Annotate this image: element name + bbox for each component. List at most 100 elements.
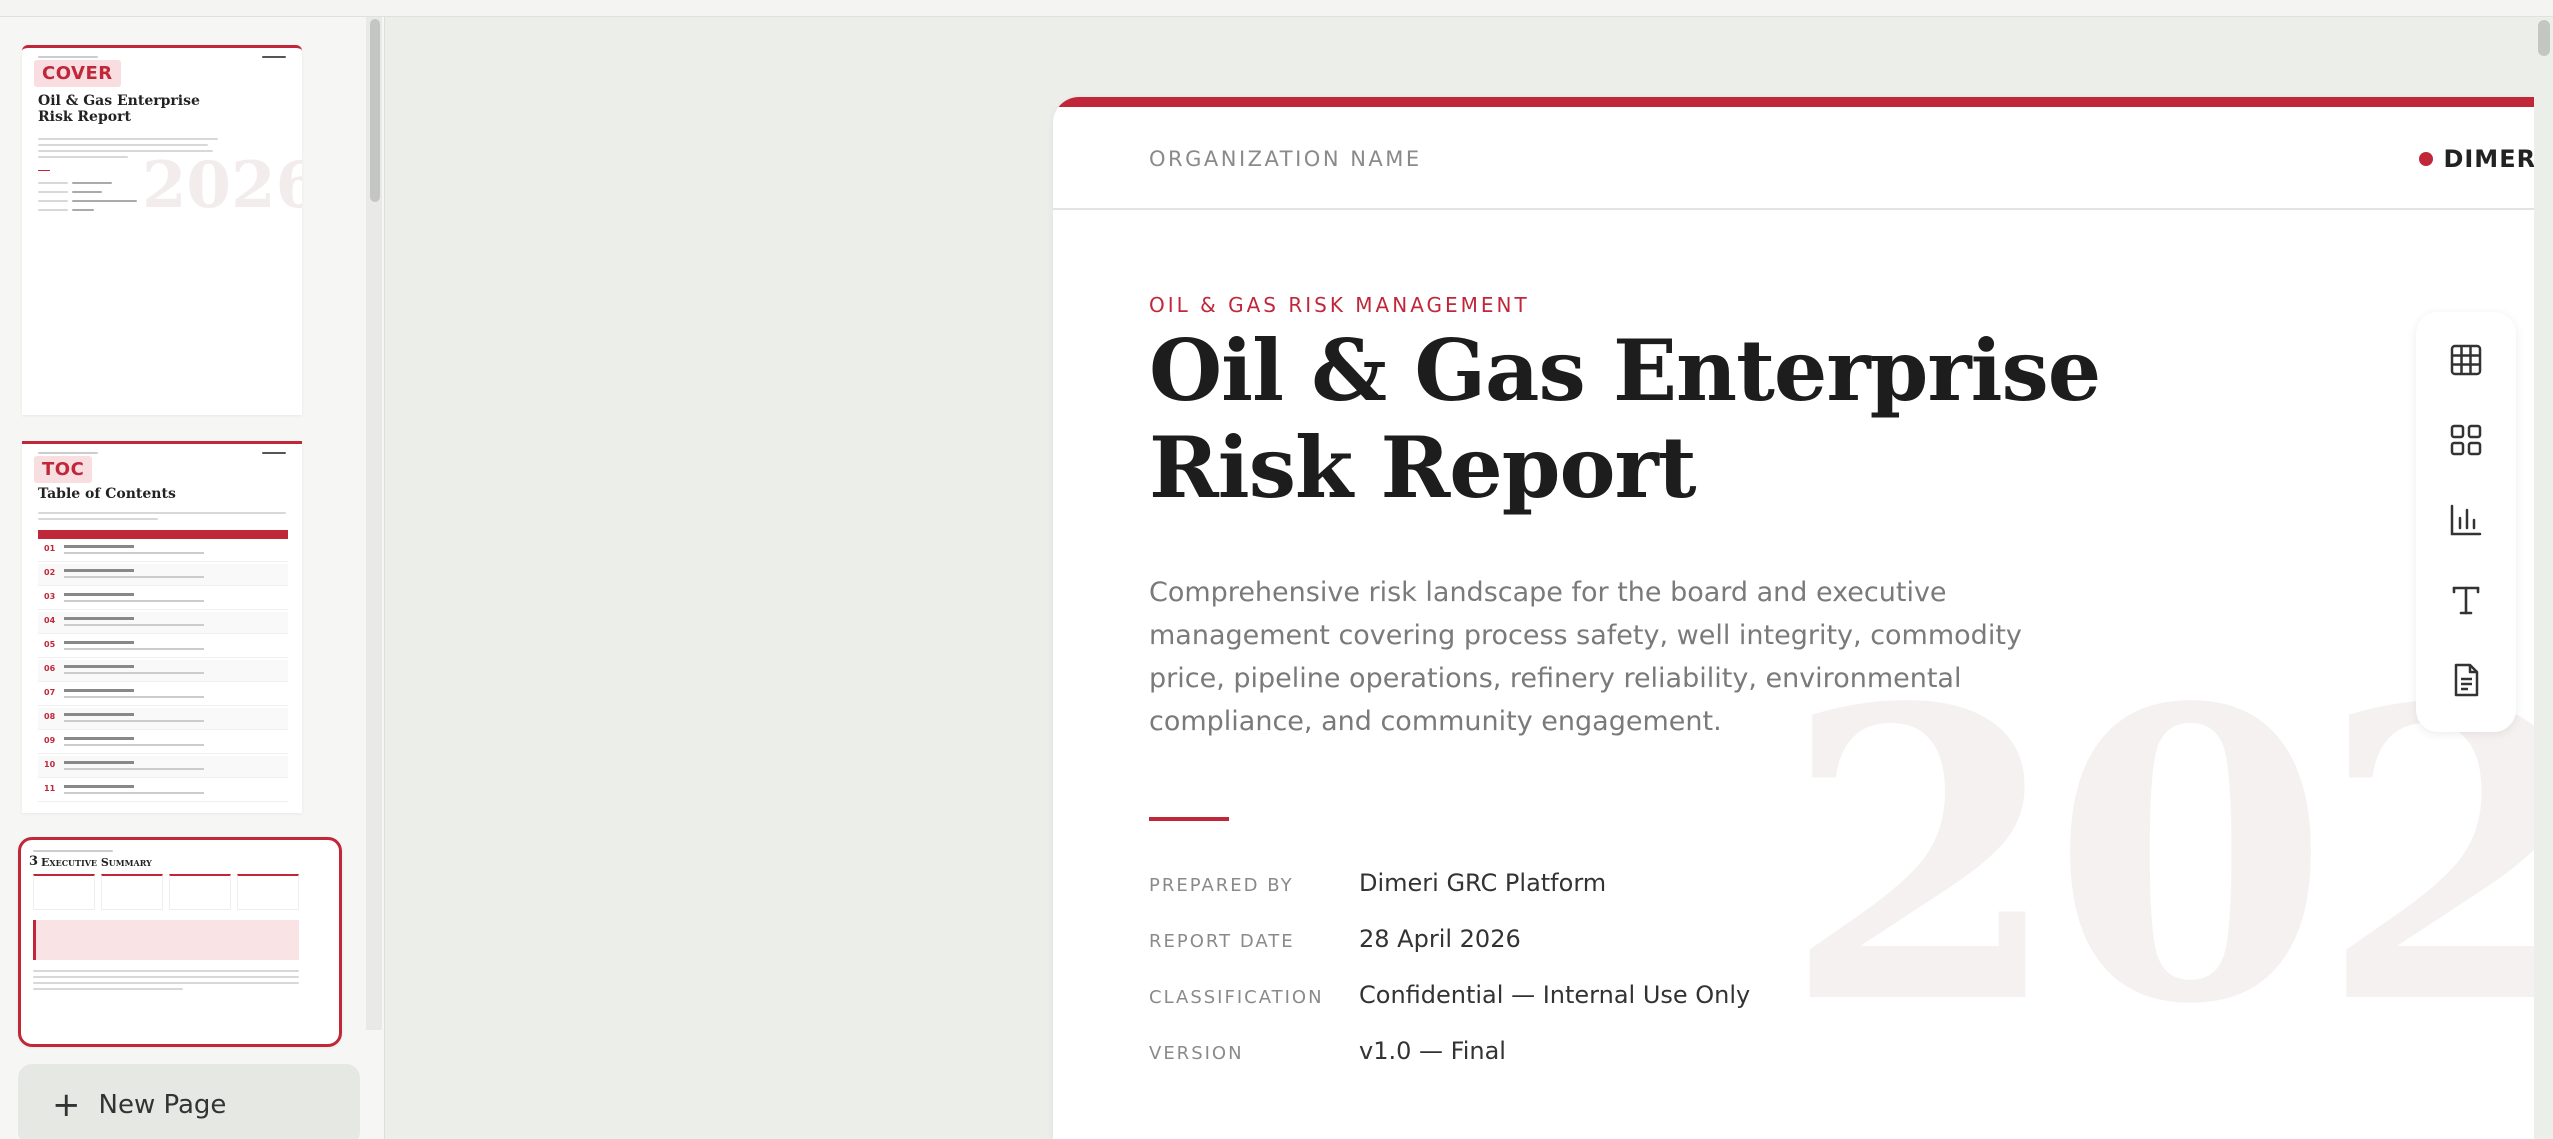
mini-meta-line bbox=[72, 191, 102, 193]
mini-meta-line bbox=[72, 182, 112, 184]
mini-toc-row: 07 bbox=[38, 684, 288, 706]
mini-toc-title-line bbox=[64, 617, 134, 620]
mini-subtitle-line bbox=[38, 156, 128, 158]
mini-toc-number: 02 bbox=[44, 568, 56, 577]
page-thumbnail-toc[interactable]: TOC Table of Contents 01 02 03 04 05 06 07 08 09… bbox=[22, 441, 302, 813]
mini-toc-title-line bbox=[64, 689, 134, 692]
page-sidebar: COVER Oil & Gas Enterprise Risk Report 2… bbox=[0, 17, 385, 1139]
mini-toc-number: 09 bbox=[44, 736, 56, 745]
new-page-label: New Page bbox=[98, 1090, 227, 1120]
mini-toc-number: 03 bbox=[44, 592, 56, 601]
document-canvas: 2026 ORGANIZATION NAME DIMERI OIL & GAS … bbox=[386, 17, 2534, 1139]
mini-title: Table of Contents bbox=[38, 486, 176, 502]
mini-body-line bbox=[33, 988, 183, 990]
meta-value: 28 April 2026 bbox=[1359, 925, 1521, 953]
insert-toolbar bbox=[2416, 312, 2516, 732]
mini-toc-number: 06 bbox=[44, 664, 56, 673]
mini-toc-title-line bbox=[64, 761, 134, 764]
page-badge: COVER bbox=[34, 60, 121, 87]
organization-name: ORGANIZATION NAME bbox=[1149, 147, 1422, 171]
mini-toc-row: 01 bbox=[38, 540, 288, 562]
text-icon[interactable] bbox=[2446, 580, 2486, 620]
meta-row-version: VERSION v1.0 — Final bbox=[1149, 1037, 1506, 1065]
mini-table-header bbox=[38, 530, 288, 539]
meta-value: Dimeri GRC Platform bbox=[1359, 869, 1607, 897]
meta-value: v1.0 — Final bbox=[1359, 1037, 1506, 1065]
mini-meta-line bbox=[38, 191, 68, 193]
mini-title: Oil & Gas Enterprise Risk Report bbox=[38, 93, 200, 125]
mini-year: 2026 bbox=[142, 148, 302, 223]
mini-meta-line bbox=[38, 182, 68, 184]
mini-kpi-card bbox=[169, 874, 231, 910]
mini-toc-row: 04 bbox=[38, 612, 288, 634]
mini-toc-desc-line bbox=[64, 744, 204, 746]
meta-row-report-date: REPORT DATE 28 April 2026 bbox=[1149, 925, 1521, 953]
page-header: ORGANIZATION NAME DIMERI bbox=[1053, 107, 2534, 210]
meta-value: Confidential — Internal Use Only bbox=[1359, 981, 1751, 1009]
table-icon[interactable] bbox=[2446, 340, 2486, 380]
mini-intro-line bbox=[38, 512, 286, 514]
page-thumbnail-cover[interactable]: COVER Oil & Gas Enterprise Risk Report 2… bbox=[22, 45, 302, 415]
mini-toc-desc-line bbox=[64, 576, 204, 578]
mini-toc-number: 04 bbox=[44, 616, 56, 625]
mini-kpi-card bbox=[33, 874, 95, 910]
mini-toc-desc-line bbox=[64, 624, 204, 626]
accent-divider bbox=[1149, 817, 1229, 821]
sidebar-scroll-thumb[interactable] bbox=[370, 19, 380, 202]
meta-row-classification: CLASSIFICATION Confidential — Internal U… bbox=[1149, 981, 1750, 1009]
mini-title: Executive Summary bbox=[41, 856, 152, 869]
grid-icon[interactable] bbox=[2446, 420, 2486, 460]
mini-intro-line bbox=[38, 518, 158, 520]
top-strip bbox=[0, 0, 2553, 17]
cover-page: 2026 ORGANIZATION NAME DIMERI OIL & GAS … bbox=[1053, 97, 2534, 1139]
mini-toc-desc-line bbox=[64, 672, 204, 674]
document-icon[interactable] bbox=[2446, 660, 2486, 700]
mini-page-number: 3 bbox=[29, 854, 39, 869]
mini-meta-line bbox=[72, 209, 94, 211]
mini-toc-desc-line bbox=[64, 768, 204, 770]
mini-subtitle-line bbox=[38, 144, 208, 146]
mini-toc-row: 11 bbox=[38, 780, 288, 802]
mini-toc-title-line bbox=[64, 737, 134, 740]
mini-toc-title-line bbox=[64, 641, 134, 644]
mini-brand-line bbox=[262, 452, 286, 454]
mini-toc-row: 06 bbox=[38, 660, 288, 682]
mini-toc-row: 02 bbox=[38, 564, 288, 586]
mini-toc-title-line bbox=[64, 545, 134, 548]
mini-toc-title-line bbox=[64, 713, 134, 716]
page-badge: TOC bbox=[34, 456, 93, 483]
mini-toc-title-line bbox=[64, 785, 134, 788]
mini-toc-row: 03 bbox=[38, 588, 288, 610]
brand-dot-icon bbox=[2419, 152, 2434, 166]
mini-toc-row: 10 bbox=[38, 756, 288, 778]
meta-key: VERSION bbox=[1149, 1043, 1244, 1064]
meta-row-prepared-by: PREPARED BY Dimeri GRC Platform bbox=[1149, 869, 1606, 897]
mini-org-line bbox=[38, 452, 98, 454]
mini-toc-number: 10 bbox=[44, 760, 56, 769]
canvas-scroll-thumb[interactable] bbox=[2538, 20, 2550, 56]
mini-toc-row: 05 bbox=[38, 636, 288, 658]
meta-key: CLASSIFICATION bbox=[1149, 987, 1324, 1008]
bar-chart-icon[interactable] bbox=[2446, 500, 2486, 540]
brand-name: DIMERI bbox=[2443, 145, 2534, 173]
mini-body-line bbox=[33, 976, 299, 978]
mini-toc-number: 05 bbox=[44, 640, 56, 649]
mini-subtitle-line bbox=[38, 138, 218, 140]
mini-toc-number: 01 bbox=[44, 544, 56, 553]
mini-body-line bbox=[33, 970, 299, 972]
mini-body-line bbox=[33, 982, 299, 984]
mini-toc-desc-line bbox=[64, 792, 204, 794]
mini-org-line bbox=[33, 850, 113, 852]
new-page-button[interactable]: + New Page bbox=[18, 1064, 360, 1139]
page-subtitle: Comprehensive risk landscape for the boa… bbox=[1149, 577, 2022, 737]
mini-toc-desc-line bbox=[64, 552, 204, 554]
canvas-scrollbar[interactable] bbox=[2534, 17, 2553, 1139]
mini-divider bbox=[38, 170, 50, 171]
mini-meta-line bbox=[38, 200, 68, 202]
mini-toc-desc-line bbox=[64, 648, 204, 650]
mini-toc-desc-line bbox=[64, 696, 204, 698]
mini-meta-line bbox=[72, 200, 137, 202]
meta-key: REPORT DATE bbox=[1149, 931, 1295, 952]
page-thumbnail-executive-summary[interactable]: 3 Executive Summary bbox=[18, 837, 342, 1047]
brand: DIMERI bbox=[2419, 145, 2534, 173]
